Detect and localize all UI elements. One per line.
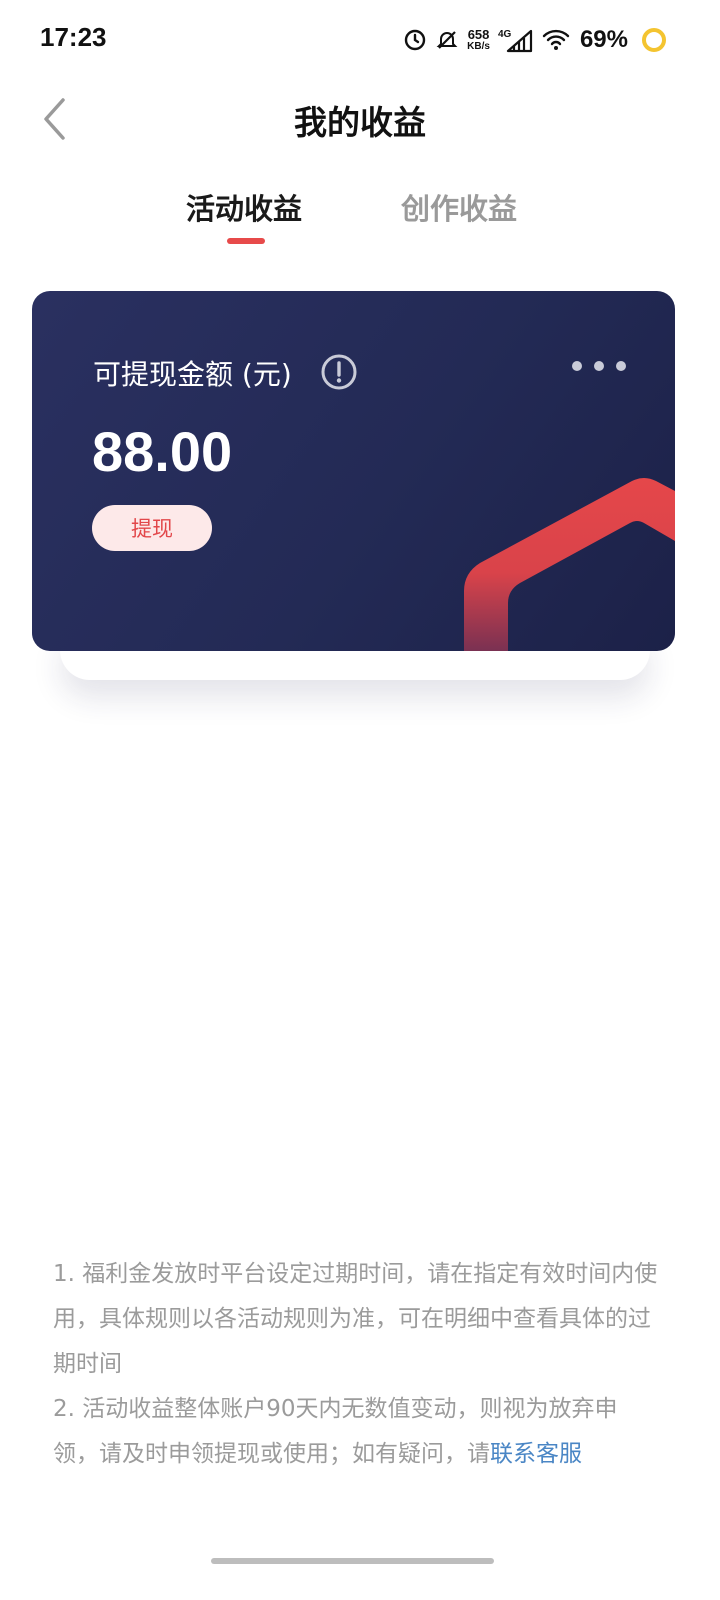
- tab-active-indicator: [227, 238, 265, 244]
- status-bar: 17:23 658 KB/s 4G 69%: [0, 0, 720, 80]
- signal-icon: 4G: [498, 29, 533, 53]
- more-dot: [572, 361, 582, 371]
- withdrawable-amount: 88.00: [92, 420, 233, 483]
- battery-icon: [642, 28, 666, 52]
- rules-notes: 1. 福利金发放时平台设定过期时间，请在指定有效时间内使用，具体规则以各活动规则…: [53, 1252, 663, 1477]
- note-line-2: 2. 活动收益整体账户90天内无数值变动，则视为放弃申领，请及时申领提现或使用；…: [53, 1387, 663, 1477]
- contact-support-link[interactable]: 联系客服: [490, 1441, 582, 1467]
- withdrawable-amount-label: 可提现金额 (元): [93, 358, 292, 391]
- status-time: 17:23: [40, 22, 107, 52]
- network-type-label: 4G: [498, 29, 512, 40]
- more-icon[interactable]: [572, 353, 626, 379]
- net-speed-unit: KB/s: [467, 41, 490, 52]
- tab-creation-earnings[interactable]: 创作收益: [401, 186, 517, 228]
- battery-percent: 69%: [579, 26, 628, 53]
- alarm-icon: [404, 29, 426, 51]
- tab-bar: 活动收益 创作收益: [0, 186, 720, 256]
- wifi-icon: [542, 29, 570, 50]
- note-line-1: 1. 福利金发放时平台设定过期时间，请在指定有效时间内使用，具体规则以各活动规则…: [53, 1261, 658, 1377]
- more-dot: [616, 361, 626, 371]
- withdraw-button[interactable]: 提现: [92, 505, 212, 551]
- notifications-off-icon: [436, 31, 458, 49]
- info-icon[interactable]: [320, 353, 358, 391]
- net-speed-value: 658: [467, 27, 490, 42]
- more-dot: [594, 361, 604, 371]
- balance-card: 可提现金额 (元) 88.00 提现: [32, 291, 675, 651]
- home-indicator[interactable]: [211, 1558, 494, 1564]
- tab-activity-earnings[interactable]: 活动收益: [186, 186, 302, 228]
- page-title: 我的收益: [294, 103, 426, 142]
- status-icons: 658 KB/s 4G 69%: [403, 22, 666, 58]
- net-speed: 658 KB/s: [467, 28, 490, 52]
